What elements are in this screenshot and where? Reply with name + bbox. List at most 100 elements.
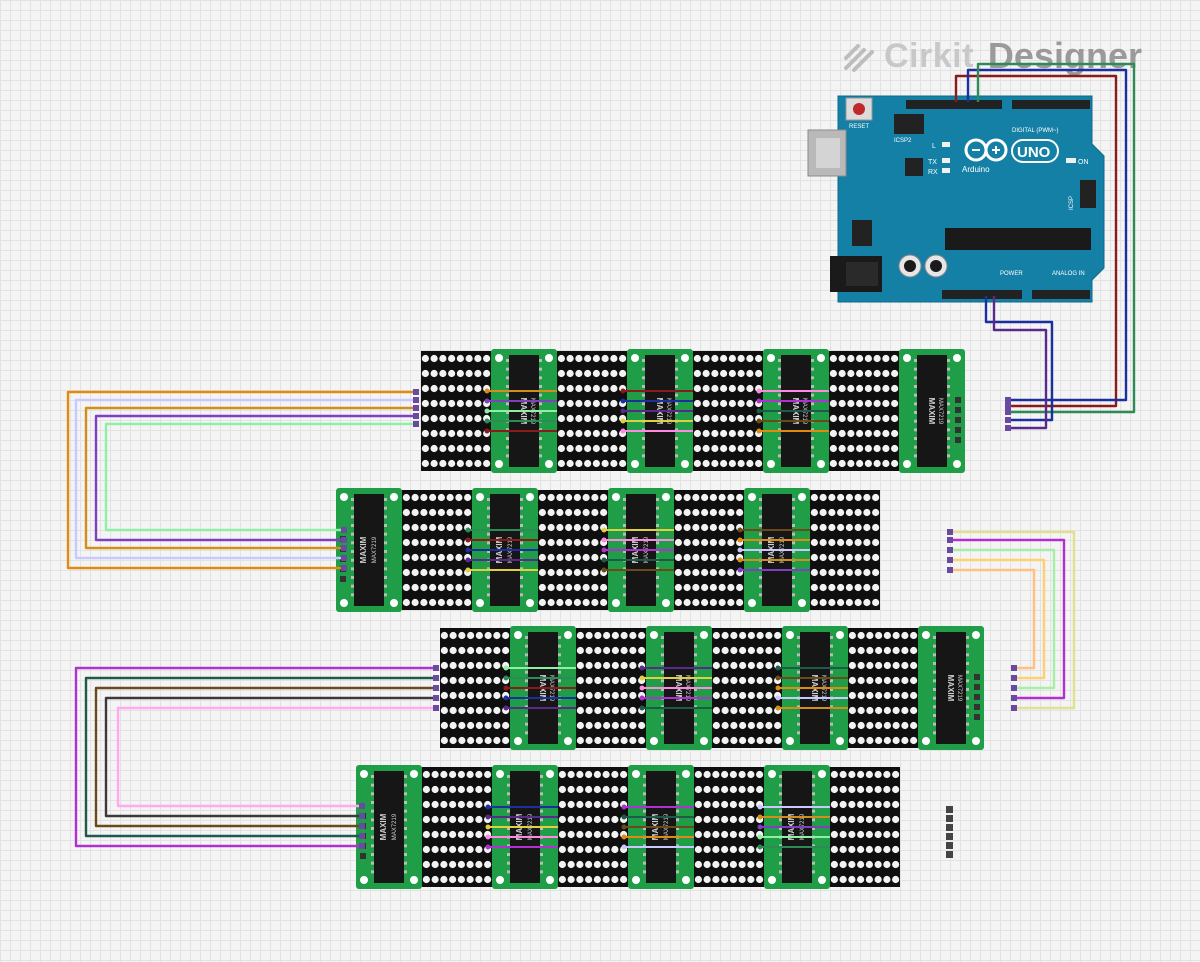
wire-terminal[interactable] bbox=[1011, 695, 1017, 701]
digital-label: DIGITAL (PWM~) bbox=[1012, 128, 1059, 134]
led-rx-label: RX bbox=[928, 169, 938, 176]
wire-terminal[interactable] bbox=[413, 397, 419, 403]
wire-terminal[interactable] bbox=[1005, 403, 1011, 409]
usb-chip bbox=[905, 158, 923, 176]
wire-terminal[interactable] bbox=[359, 843, 365, 849]
wire-terminal[interactable] bbox=[433, 695, 439, 701]
led-matrix-8x8 bbox=[576, 628, 646, 748]
max7219-driver-board: MAXIMMAX7219 bbox=[465, 488, 545, 612]
led-matrix-8x8 bbox=[558, 767, 628, 887]
chip-part-label: MAX7219 bbox=[937, 398, 943, 425]
max7219-driver-board: MAXIMMAX7219 bbox=[503, 626, 583, 750]
wire-terminal[interactable] bbox=[1005, 425, 1011, 431]
max7219-driver-board: MAXIMMAX7219 bbox=[775, 626, 855, 750]
wire-terminal[interactable] bbox=[433, 675, 439, 681]
wire-terminal[interactable] bbox=[947, 547, 953, 553]
wire-terminal[interactable] bbox=[341, 565, 347, 571]
wire-terminal[interactable] bbox=[433, 705, 439, 711]
wire-terminal[interactable] bbox=[359, 833, 365, 839]
chip-brand-label: MAXIM bbox=[359, 536, 368, 563]
wire-terminal[interactable] bbox=[413, 389, 419, 395]
led-matrix-8x8 bbox=[421, 351, 491, 471]
wire-terminal[interactable] bbox=[413, 421, 419, 427]
led-matrix-8x8 bbox=[557, 351, 627, 471]
wire-terminal[interactable] bbox=[1005, 409, 1011, 415]
max7219-driver-board: MAXIMMAX7219 bbox=[485, 765, 565, 889]
wire-terminal[interactable] bbox=[341, 537, 347, 543]
wire-arduino-gnd[interactable] bbox=[992, 296, 1048, 430]
wire-terminal[interactable] bbox=[413, 405, 419, 411]
led-matrix-chain: MAXIMMAX7219MAXIMMAX7219MAXIMMAX7219MAXI… bbox=[336, 349, 984, 889]
output-pin[interactable] bbox=[946, 806, 953, 813]
max7219-driver-board: MAXIMMAX7219 bbox=[601, 488, 681, 612]
wire-terminal[interactable] bbox=[1011, 675, 1017, 681]
analog-label: ANALOG IN bbox=[1052, 271, 1085, 277]
led-matrix-8x8 bbox=[712, 628, 782, 748]
wire-terminal[interactable] bbox=[341, 555, 347, 561]
chip-part-label: MAX7219 bbox=[956, 675, 962, 702]
max7219-driver-board: MAXIMMAX7219 bbox=[737, 488, 817, 612]
matrix-module-row[interactable]: MAXIMMAX7219MAXIMMAX7219MAXIMMAX7219MAXI… bbox=[440, 626, 984, 750]
wire-terminal[interactable] bbox=[1011, 665, 1017, 671]
output-pin[interactable] bbox=[946, 833, 953, 840]
max7219-driver-board: MAXIMMAX7219 bbox=[620, 349, 700, 473]
wire-arduino-vcc[interactable] bbox=[984, 296, 1054, 422]
chip-part-label: MAX7219 bbox=[372, 536, 378, 563]
led-matrix-8x8 bbox=[830, 767, 900, 887]
wire-terminal[interactable] bbox=[947, 557, 953, 563]
max7219-driver-board: MAXIMMAX7219 bbox=[918, 626, 984, 750]
wire-terminal[interactable] bbox=[341, 527, 347, 533]
led-matrix-8x8 bbox=[848, 628, 918, 748]
wire-terminal[interactable] bbox=[1005, 417, 1011, 423]
wire-terminal[interactable] bbox=[413, 413, 419, 419]
on-label: ON bbox=[1078, 159, 1089, 166]
output-pin[interactable] bbox=[946, 815, 953, 822]
output-pin[interactable] bbox=[946, 842, 953, 849]
max7219-driver-board: MAXIMMAX7219 bbox=[621, 765, 701, 889]
matrix-module-row[interactable]: MAXIMMAX7219MAXIMMAX7219MAXIMMAX7219MAXI… bbox=[356, 765, 900, 889]
wire-terminal[interactable] bbox=[947, 529, 953, 535]
max7219-driver-board: MAXIMMAX7219 bbox=[484, 349, 564, 473]
arduino-uno-board[interactable]: RESET ICSP2 DIGITAL (PWM~) L TX RX UNO A… bbox=[807, 95, 1105, 303]
led-matrix-8x8 bbox=[422, 767, 492, 887]
brand-name: Arduino bbox=[962, 165, 990, 174]
wire-terminal[interactable] bbox=[947, 537, 953, 543]
output-pin[interactable] bbox=[946, 851, 953, 858]
analog-header bbox=[1032, 290, 1090, 299]
chip-brand-label: MAXIM bbox=[946, 675, 955, 702]
power-header bbox=[942, 290, 1022, 299]
led-l-label: L bbox=[932, 143, 936, 150]
max7219-driver-board: MAXIMMAX7219 bbox=[756, 349, 836, 473]
wire-terminal[interactable] bbox=[359, 813, 365, 819]
digital-header-left bbox=[906, 100, 1002, 109]
wire-terminal[interactable] bbox=[341, 545, 347, 551]
wire-terminal[interactable] bbox=[359, 803, 365, 809]
icsp-label: ICSP bbox=[1069, 196, 1075, 210]
max7219-driver-board: MAXIMMAX7219 bbox=[356, 765, 422, 889]
chip-brand-label: MAXIM bbox=[927, 398, 936, 425]
icsp2-header bbox=[894, 114, 924, 134]
atmega-chip bbox=[945, 228, 1091, 250]
led-matrix-8x8 bbox=[810, 490, 880, 610]
wire-terminal[interactable] bbox=[433, 665, 439, 671]
matrix-module-row[interactable]: MAXIMMAX7219MAXIMMAX7219MAXIMMAX7219MAXI… bbox=[336, 488, 880, 612]
max7219-driver-board: MAXIMMAX7219 bbox=[639, 626, 719, 750]
led-tx-label: TX bbox=[928, 159, 937, 166]
wire-terminal[interactable] bbox=[947, 567, 953, 573]
wire-terminal[interactable] bbox=[1011, 685, 1017, 691]
power-label: POWER bbox=[1000, 271, 1023, 277]
max7219-driver-board: MAXIMMAX7219 bbox=[899, 349, 965, 473]
board-name: UNO bbox=[1017, 144, 1051, 161]
circuit-canvas[interactable]: RESET ICSP2 DIGITAL (PWM~) L TX RX UNO A… bbox=[0, 0, 1200, 962]
wire-terminal[interactable] bbox=[1005, 397, 1011, 403]
led-matrix-8x8 bbox=[440, 628, 510, 748]
led-matrix-8x8 bbox=[694, 767, 764, 887]
digital-header-right bbox=[1012, 100, 1090, 109]
output-pin[interactable] bbox=[946, 824, 953, 831]
chip-part-label: MAX7219 bbox=[392, 813, 398, 840]
wire-terminal[interactable] bbox=[1011, 705, 1017, 711]
icsp-header bbox=[1080, 180, 1096, 208]
matrix-module-row[interactable]: MAXIMMAX7219MAXIMMAX7219MAXIMMAX7219MAXI… bbox=[421, 349, 965, 473]
wire-terminal[interactable] bbox=[433, 685, 439, 691]
wire-terminal[interactable] bbox=[359, 823, 365, 829]
